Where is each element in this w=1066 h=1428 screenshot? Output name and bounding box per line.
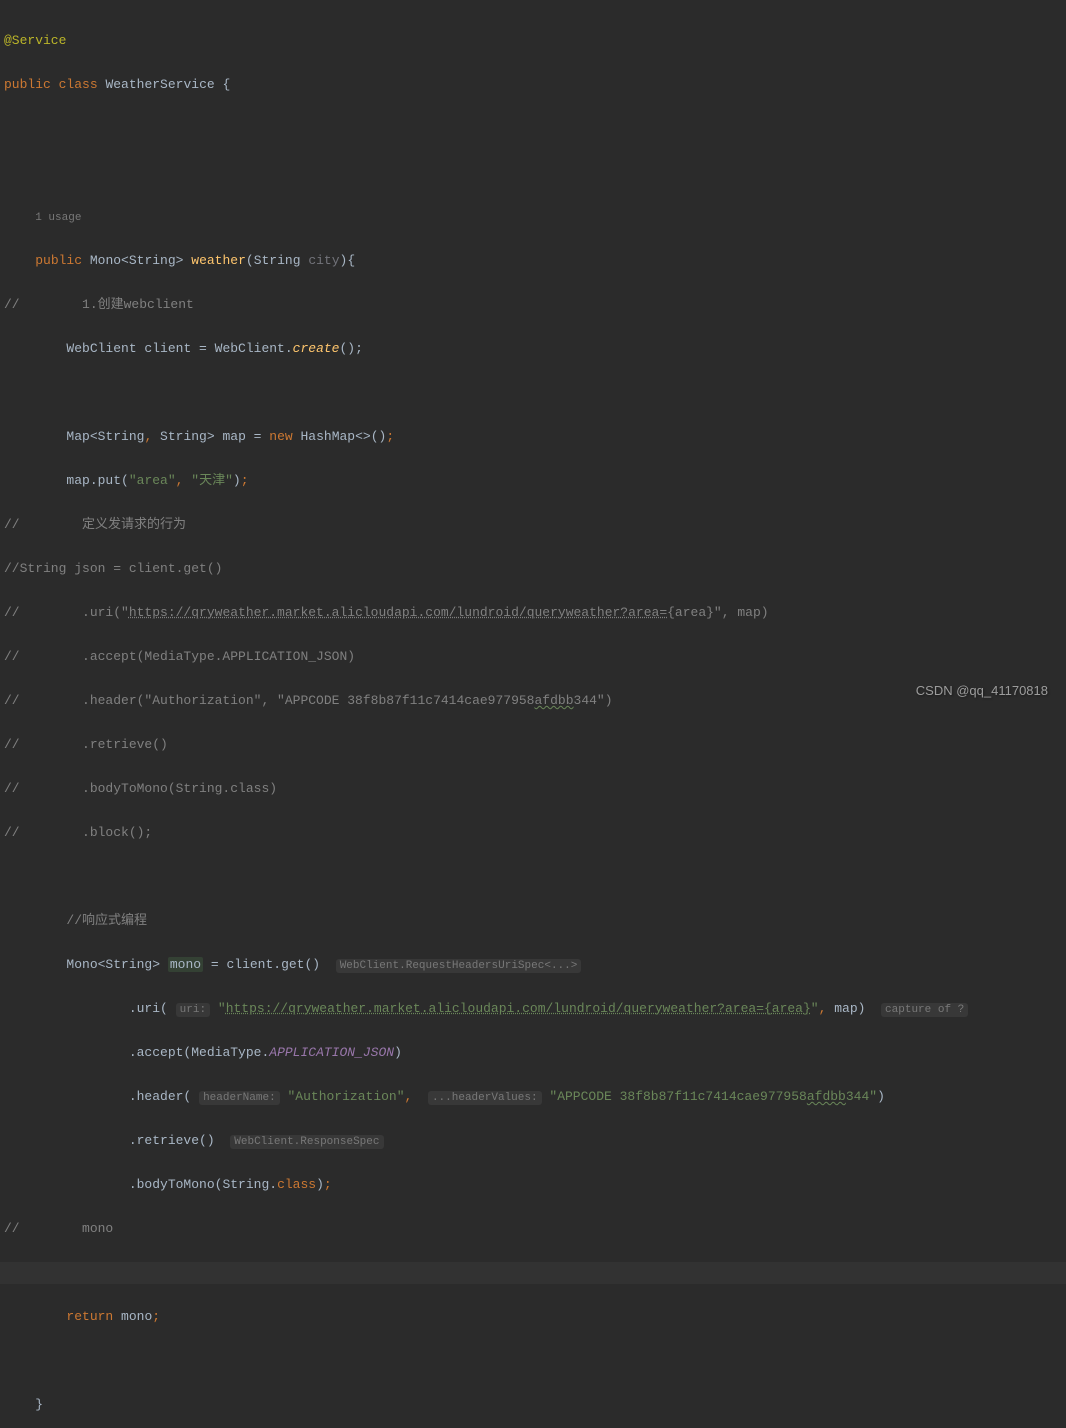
code-line: // 定义发请求的行为 bbox=[0, 514, 1066, 536]
code-line bbox=[0, 118, 1066, 140]
code-line: // .retrieve() bbox=[0, 734, 1066, 756]
code-line: .accept(MediaType.APPLICATION_JSON) bbox=[0, 1042, 1066, 1064]
code-line: Mono<String> mono = client.get() WebClie… bbox=[0, 954, 1066, 976]
code-line: // 1.创建webclient bbox=[0, 294, 1066, 316]
code-line: .retrieve() WebClient.ResponseSpec bbox=[0, 1130, 1066, 1152]
code-line: } bbox=[0, 1394, 1066, 1416]
highlighted-variable: mono bbox=[168, 957, 203, 972]
annotation: @Service bbox=[4, 33, 66, 48]
inline-hint: WebClient.ResponseSpec bbox=[230, 1135, 383, 1149]
code-editor[interactable]: @Service public class WeatherService { 1… bbox=[0, 0, 1066, 1428]
code-line: .header( headerName: "Authorization", ..… bbox=[0, 1086, 1066, 1108]
code-line: // .uri("https://qryweather.market.alicl… bbox=[0, 602, 1066, 624]
code-line: .uri( uri: "https://qryweather.market.al… bbox=[0, 998, 1066, 1020]
code-line: //String json = client.get() bbox=[0, 558, 1066, 580]
code-line: public class WeatherService { bbox=[0, 74, 1066, 96]
inline-hint: WebClient.RequestHeadersUriSpec<...> bbox=[336, 959, 582, 973]
code-line: // .bodyToMono(String.class) bbox=[0, 778, 1066, 800]
code-line: 1 usage bbox=[0, 206, 1066, 228]
code-line: Map<String, String> map = new HashMap<>(… bbox=[0, 426, 1066, 448]
code-line: map.put("area", "天津"); bbox=[0, 470, 1066, 492]
code-line bbox=[0, 162, 1066, 184]
code-line: @Service bbox=[0, 30, 1066, 52]
code-line bbox=[0, 382, 1066, 404]
usage-hint[interactable]: 1 usage bbox=[35, 212, 81, 224]
code-line: return mono; bbox=[0, 1306, 1066, 1328]
code-line: // .accept(MediaType.APPLICATION_JSON) bbox=[0, 646, 1066, 668]
cursor-line[interactable] bbox=[0, 1262, 1066, 1284]
code-line bbox=[0, 866, 1066, 888]
param-hint: headerName: bbox=[199, 1091, 280, 1105]
code-line: // mono bbox=[0, 1218, 1066, 1240]
code-line: // .block(); bbox=[0, 822, 1066, 844]
inline-hint: capture of ? bbox=[881, 1003, 968, 1017]
code-line: //响应式编程 bbox=[0, 910, 1066, 932]
code-line: .bodyToMono(String.class); bbox=[0, 1174, 1066, 1196]
param-hint: uri: bbox=[176, 1003, 210, 1017]
code-line: public Mono<String> weather(String city)… bbox=[0, 250, 1066, 272]
code-line: WebClient client = WebClient.create(); bbox=[0, 338, 1066, 360]
param-hint: ...headerValues: bbox=[428, 1091, 542, 1105]
code-line: // .header("Authorization", "APPCODE 38f… bbox=[0, 690, 1066, 712]
watermark: CSDN @qq_41170818 bbox=[916, 680, 1048, 702]
code-line bbox=[0, 1350, 1066, 1372]
